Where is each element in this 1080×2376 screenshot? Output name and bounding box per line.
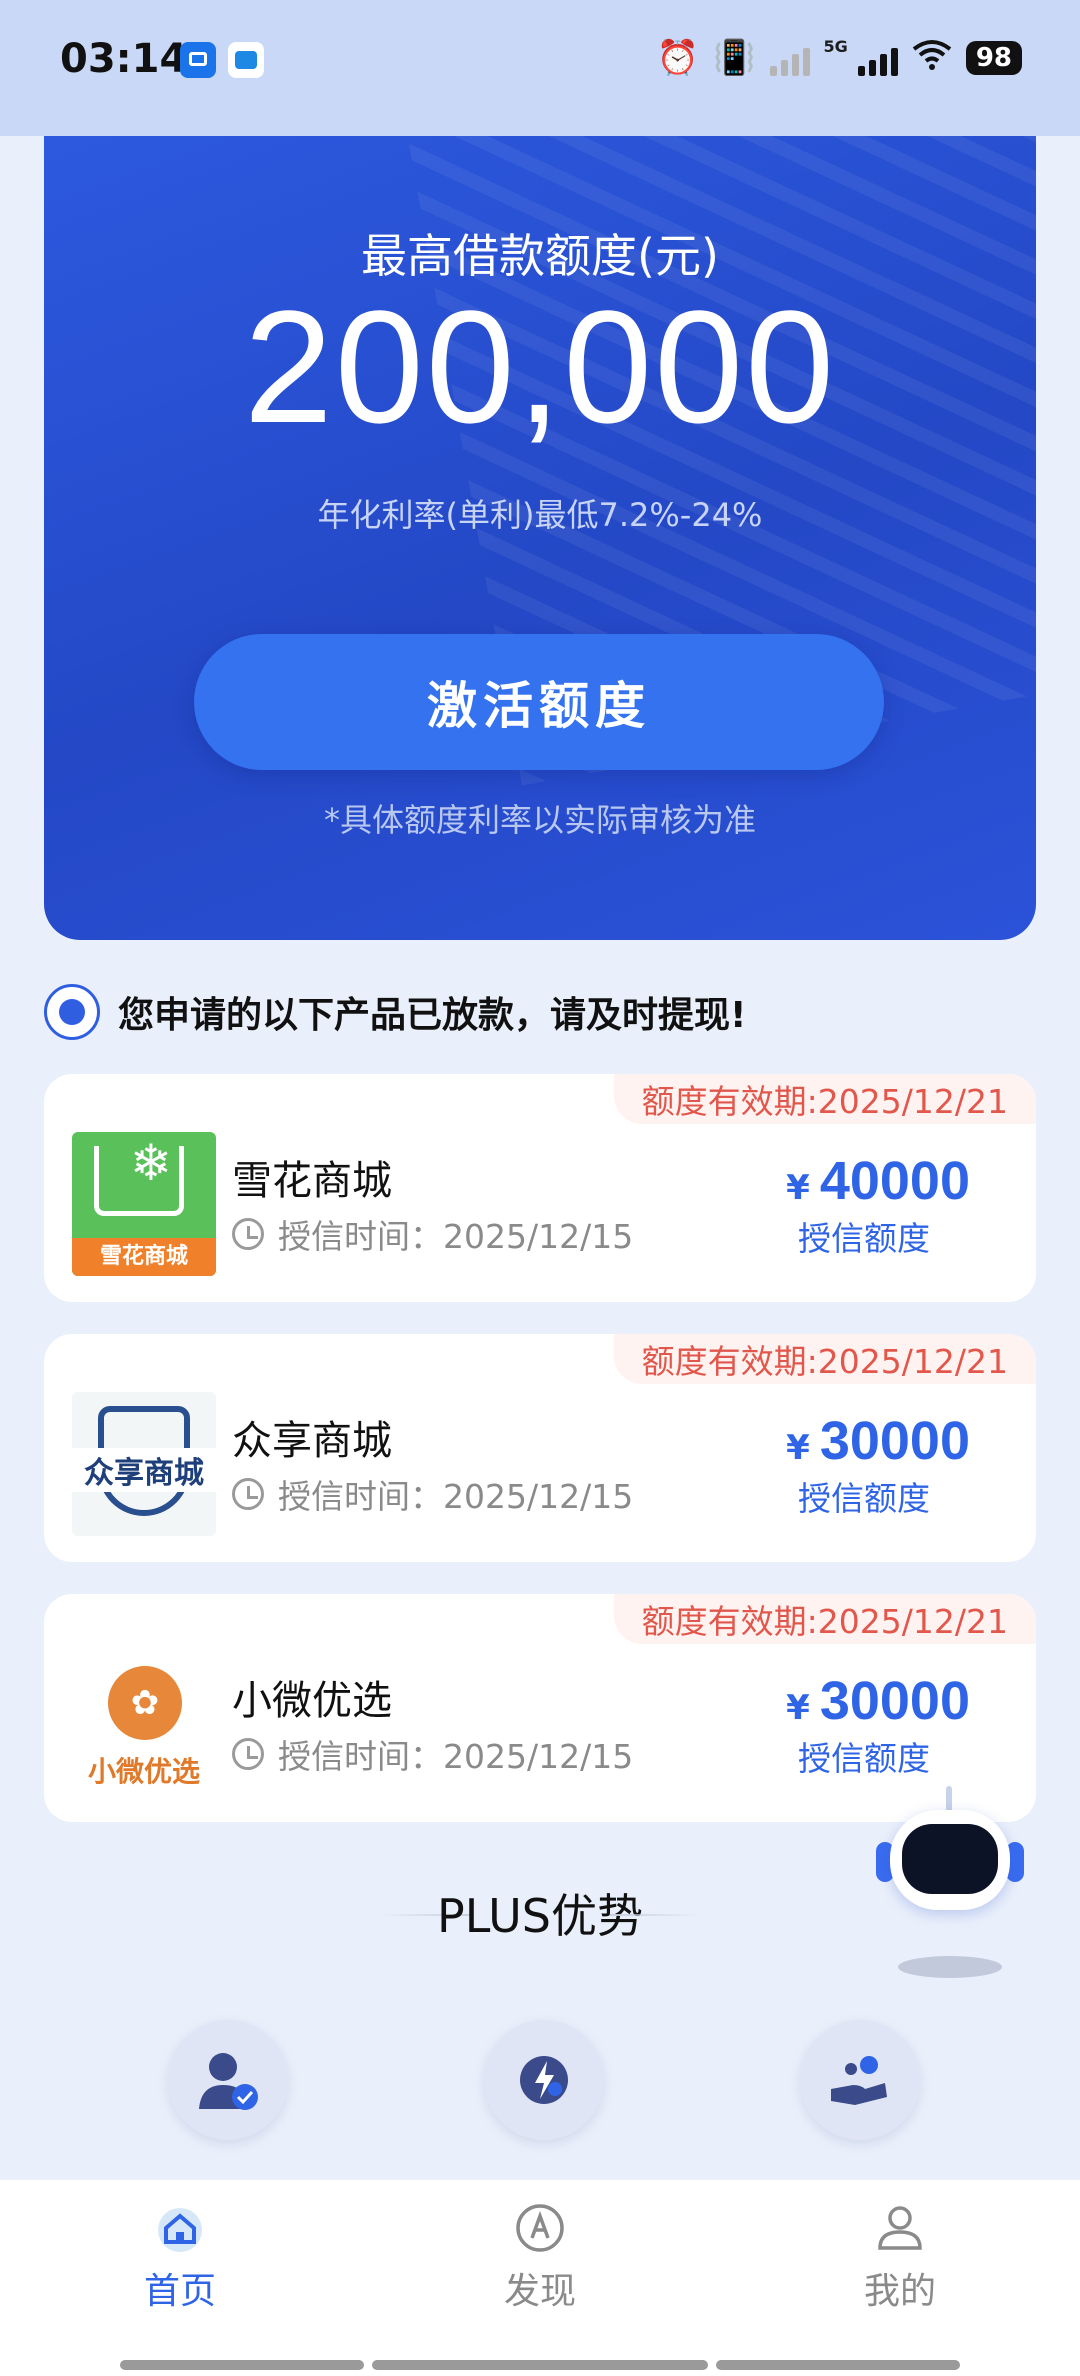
network-type: 5G [823,36,848,56]
amount-value: 40000 [819,1151,970,1211]
tab-home[interactable]: 首页 [80,2200,280,2314]
battery-level: 98 [965,41,1022,75]
product-card-zhongxiang[interactable]: 额度有效期:2025/12/21 众享商城 众享商城 授信时间：2025/12/… [44,1334,1036,1562]
credit-amount: ¥ 30000 [786,1670,970,1732]
robot-shadow [898,1956,1002,1978]
robot-antenna [946,1786,952,1812]
app-notification-icon-2 [228,42,264,78]
divider-right [610,1914,700,1916]
credit-amount: ¥ 40000 [786,1150,970,1212]
profile-icon [872,2200,928,2256]
interest-rate-text: 年化利率(单利)最低7.2%-24% [317,496,763,534]
amount-label: 授信额度 [798,1739,930,1778]
clock-icon [232,1478,264,1510]
compass-icon [512,2200,568,2256]
money-bag-icon [44,984,100,1040]
hand-coins-icon[interactable] [800,2020,920,2140]
product-card-xuehua[interactable]: 额度有效期:2025/12/21 ❄ 雪花商城 雪花商城 授信时间：2025/1… [44,1074,1036,1302]
product-name: 小微优选 [232,1678,392,1724]
status-indicators: ⏰ 📳 5G 98 [657,36,1022,80]
nav-gesture-bar[interactable] [120,2360,364,2370]
notice-text: 您申请的以下产品已放款，请及时提现! [118,995,747,1036]
validity-badge: 额度有效期:2025/12/21 [613,1594,1036,1644]
product-name: 雪花商城 [232,1158,392,1204]
amount-value: 30000 [819,1671,970,1731]
signal-sim1-icon [769,40,810,76]
currency-symbol: ¥ [786,1688,810,1728]
vibrate-icon: 📳 [713,38,756,78]
fast-loan-icon[interactable] [484,2020,604,2140]
tab-label: 发现 [503,2271,576,2312]
xiaowei-logo: ✿ 小微优选 [72,1652,216,1796]
limit-disclaimer: *具体额度利率以实际审核为准 [323,801,756,839]
logo-caption: 小微优选 [87,1755,200,1788]
credit-time: 授信时间：2025/12/15 [232,1730,633,1778]
currency-symbol: ¥ [786,1168,810,1208]
product-name: 众享商城 [232,1418,392,1464]
credit-time: 授信时间：2025/12/15 [232,1470,633,1518]
verified-user-icon[interactable] [168,2020,288,2140]
limit-amount: 200,000 [243,277,837,456]
credit-time-text: 授信时间：2025/12/15 [278,1217,634,1256]
app-notification-icon [180,42,216,78]
activate-limit-button[interactable]: 激活额度 [194,634,884,770]
credit-limit-card: 最高借款额度(元) 200,000 年化利率(单利)最低7.2%-24% 激活额… [44,110,1036,940]
nav-gesture-bar[interactable] [372,2360,708,2370]
plus-title: PLUS优势 [437,1889,643,1943]
logo-caption: 雪花商城 [72,1238,216,1276]
validity-badge: 额度有效期:2025/12/21 [613,1334,1036,1384]
amount-label: 授信额度 [798,1479,930,1518]
xiaowei-emblem-icon: ✿ [108,1666,182,1740]
signal-sim2-icon [857,40,898,76]
amount-label: 授信额度 [798,1219,930,1258]
amount-value: 30000 [819,1411,970,1471]
credit-time: 授信时间：2025/12/15 [232,1210,633,1258]
tab-mine[interactable]: 我的 [800,2200,1000,2314]
tab-discover[interactable]: 发现 [440,2200,640,2314]
credit-time-text: 授信时间：2025/12/15 [278,1737,634,1776]
wifi-icon [912,39,952,77]
snowflake-icon: ❄ [130,1134,172,1192]
xuehua-logo: ❄ 雪花商城 [72,1132,216,1276]
nav-gesture-bar[interactable] [716,2360,960,2370]
bottom-tab-bar: 首页 发现 我的 [0,2180,1080,2376]
currency-symbol: ¥ [786,1428,810,1468]
home-icon [152,2200,208,2256]
alarm-icon: ⏰ [656,38,700,78]
validity-badge: 额度有效期:2025/12/21 [613,1074,1036,1124]
credit-amount: ¥ 30000 [786,1410,970,1472]
tab-label: 首页 [143,2271,216,2312]
status-time: 03:14 [60,36,188,82]
credit-time-text: 授信时间：2025/12/15 [278,1477,634,1516]
clock-icon [232,1218,264,1250]
logo-caption: 众享商城 [72,1448,216,1492]
clock-icon [232,1738,264,1770]
loan-notice: 您申请的以下产品已放款，请及时提现! [44,982,746,1042]
status-bar: 03:14 ⏰ 📳 5G 98 [0,0,1080,136]
tab-label: 我的 [863,2271,936,2312]
zhongxiang-logo: 众享商城 [72,1392,216,1536]
